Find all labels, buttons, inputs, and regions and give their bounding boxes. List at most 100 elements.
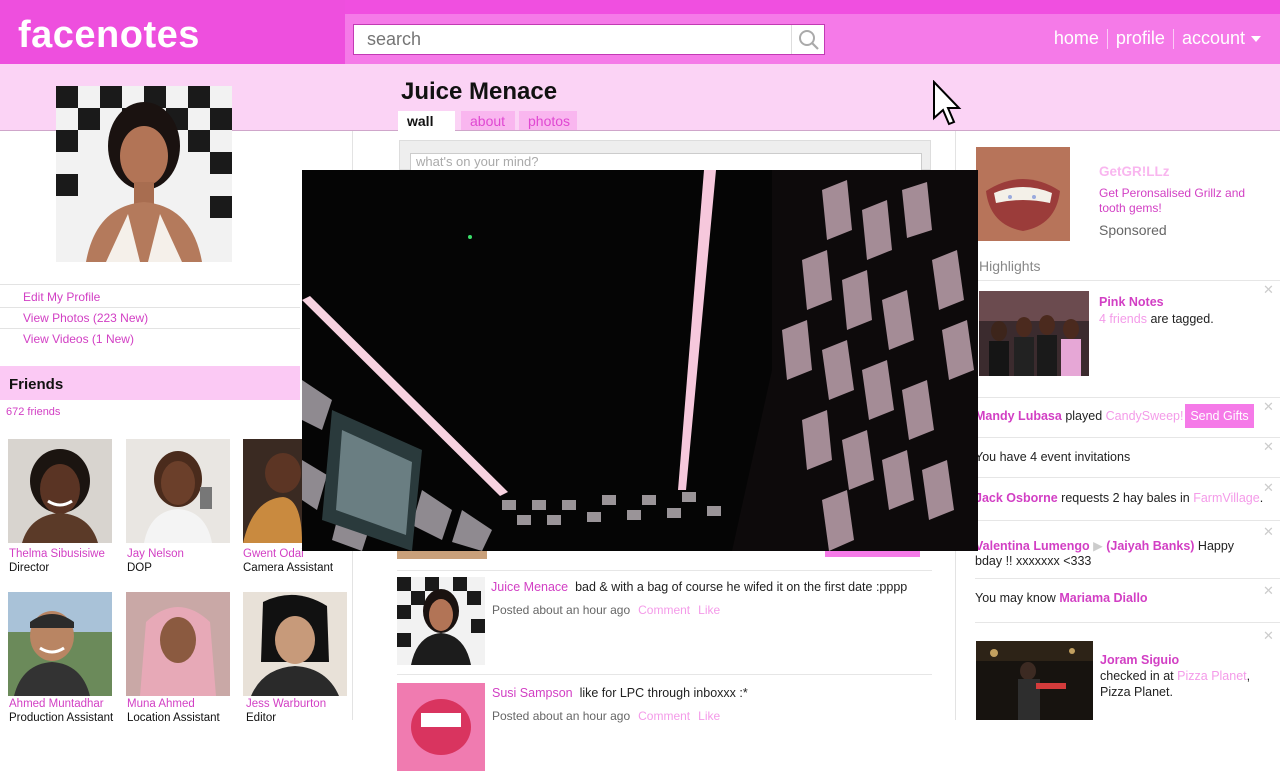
video-player[interactable] — [302, 170, 978, 551]
wall-post-text: Happy — [1197, 539, 1235, 553]
friend-link[interactable]: Jack Osborne — [975, 491, 1058, 505]
friend-photo-image — [243, 592, 347, 696]
button-fragment — [825, 551, 920, 557]
tab-about[interactable]: about — [461, 111, 515, 130]
close-icon[interactable]: ✕ — [1263, 628, 1274, 644]
place-link[interactable]: Pizza Planet — [1177, 669, 1246, 683]
divider — [397, 570, 932, 571]
nav-profile[interactable]: profile — [1116, 28, 1165, 49]
friend-role: Camera Assistant — [243, 562, 334, 574]
post-author-photo-image — [397, 577, 485, 665]
friend-name[interactable]: Gwent Odai — [243, 548, 304, 560]
post-photo-fragment — [397, 551, 487, 559]
nav-home[interactable]: home — [1054, 28, 1099, 49]
post-author-link[interactable]: Juice Menace — [491, 580, 568, 594]
mouse-cursor-icon — [932, 79, 962, 128]
friend-photo[interactable] — [126, 592, 230, 696]
friend-name[interactable]: Jess Warburton — [246, 698, 326, 710]
game-link[interactable]: CandySweep! — [1106, 409, 1184, 423]
tagged-friends-link[interactable]: 4 friends — [1099, 312, 1147, 326]
friend-link[interactable]: Mariama Diallo — [1059, 591, 1147, 605]
post-author-link[interactable]: Susi Sampson — [492, 686, 573, 700]
app-logo[interactable]: facenotes — [18, 14, 200, 57]
close-icon[interactable]: ✕ — [1263, 282, 1274, 298]
checkin-place: Pizza Planet. — [1100, 685, 1173, 699]
friend-link[interactable]: (Jaiyah Banks) — [1106, 539, 1194, 553]
post-timestamp: Posted about an hour ago — [492, 603, 631, 617]
request-text: requests 2 hay bales in — [1061, 491, 1190, 505]
friend-photo[interactable] — [243, 592, 347, 696]
search-input[interactable] — [354, 25, 791, 54]
friend-photo[interactable] — [126, 439, 230, 543]
nav-divider — [1172, 29, 1174, 50]
like-link[interactable]: Like — [698, 603, 720, 617]
divider — [975, 578, 1280, 579]
nav-account[interactable]: account — [1182, 28, 1262, 49]
send-gifts-button[interactable]: Send Gifts — [1185, 404, 1254, 428]
post-author-photo[interactable] — [397, 683, 485, 771]
edit-profile-link[interactable]: Edit My Profile — [23, 290, 100, 304]
event-invitations[interactable]: You have 4 event invitations — [975, 450, 1130, 464]
friend-name[interactable]: Ahmed Muntadhar — [9, 698, 104, 710]
post-body: like for LPC through inboxxx :* — [579, 686, 748, 700]
friends-title: Friends — [9, 376, 64, 393]
post-meta: Posted about an hour ago Comment Like — [492, 709, 720, 723]
ad-text[interactable]: Get Peronsalised Grillz and tooth gems! — [1099, 186, 1259, 216]
suggestion-prefix: You may know — [975, 591, 1056, 605]
friend-link[interactable]: Joram Siguio — [1100, 653, 1179, 667]
close-icon[interactable]: ✕ — [1263, 399, 1274, 415]
tab-photos[interactable]: photos — [519, 111, 577, 130]
search-icon — [799, 30, 819, 50]
friend-photo[interactable] — [8, 592, 112, 696]
ad-image[interactable] — [976, 147, 1070, 241]
profile-photo[interactable] — [56, 86, 232, 262]
ad-image-graphic — [976, 147, 1070, 241]
friend-role: Production Assistant — [9, 712, 114, 724]
like-link[interactable]: Like — [698, 709, 720, 723]
search-button[interactable] — [791, 25, 824, 54]
divider — [0, 284, 300, 285]
pink-notes-link[interactable]: Pink Notes — [1099, 295, 1164, 309]
friends-count-link[interactable]: 672 friends — [6, 406, 60, 418]
ad-title[interactable]: GetGR!LLz — [1099, 164, 1170, 179]
close-icon[interactable]: ✕ — [1263, 524, 1274, 540]
nav-account-label: account — [1181, 28, 1245, 48]
post-author-photo-image — [397, 683, 485, 771]
friend-suggestion: You may know Mariama Diallo — [975, 591, 1148, 605]
friend-name[interactable]: Muna Ahmed — [127, 698, 195, 710]
checkin-photo[interactable] — [976, 641, 1093, 720]
close-icon[interactable]: ✕ — [1263, 583, 1274, 599]
status-box: what's on your mind? — [399, 140, 931, 173]
comment-link[interactable]: Comment — [638, 603, 690, 617]
checkin-text: checked in at Pizza Planet, — [1100, 669, 1251, 683]
comment-link[interactable]: Comment — [638, 709, 690, 723]
friend-link[interactable]: Mandy Lubasa — [975, 409, 1062, 423]
profile-name: Juice Menace — [401, 78, 558, 105]
friend-photo-image — [126, 439, 230, 543]
friend-photo-image — [8, 439, 112, 543]
caret-down-icon — [1251, 36, 1261, 43]
nav-divider — [1106, 29, 1108, 50]
friend-link[interactable]: Valentina Lumengo — [975, 539, 1090, 553]
view-videos-link[interactable]: View Videos (1 New) — [23, 332, 134, 346]
close-icon[interactable]: ✕ — [1263, 480, 1274, 496]
friend-photo[interactable] — [243, 439, 302, 543]
friend-name[interactable]: Thelma Sibusisiwe — [9, 548, 105, 560]
tab-wall[interactable]: wall — [398, 111, 455, 131]
friend-name[interactable]: Jay Nelson — [127, 548, 184, 560]
friend-photo-image — [8, 592, 112, 696]
highlight-suffix: are tagged. — [1150, 312, 1214, 326]
game-link[interactable]: FarmVillage — [1193, 491, 1259, 505]
search-box — [353, 24, 825, 55]
post-timestamp: Posted about an hour ago — [492, 709, 631, 723]
highlights-title: Highlights — [979, 258, 1041, 274]
friend-photo[interactable] — [8, 439, 112, 543]
friend-role: Location Assistant — [127, 712, 220, 724]
view-photos-link[interactable]: View Photos (223 New) — [23, 311, 148, 325]
close-icon[interactable]: ✕ — [1263, 439, 1274, 455]
highlight-photo-image — [979, 291, 1089, 376]
game-activity: Mandy Lubasa played CandySweep! — [975, 409, 1183, 423]
highlight-photo[interactable] — [979, 291, 1089, 376]
wall-post: Valentina Lumengo ▶ (Jaiyah Banks) Happy — [975, 538, 1234, 553]
post-author-photo[interactable] — [397, 577, 485, 665]
